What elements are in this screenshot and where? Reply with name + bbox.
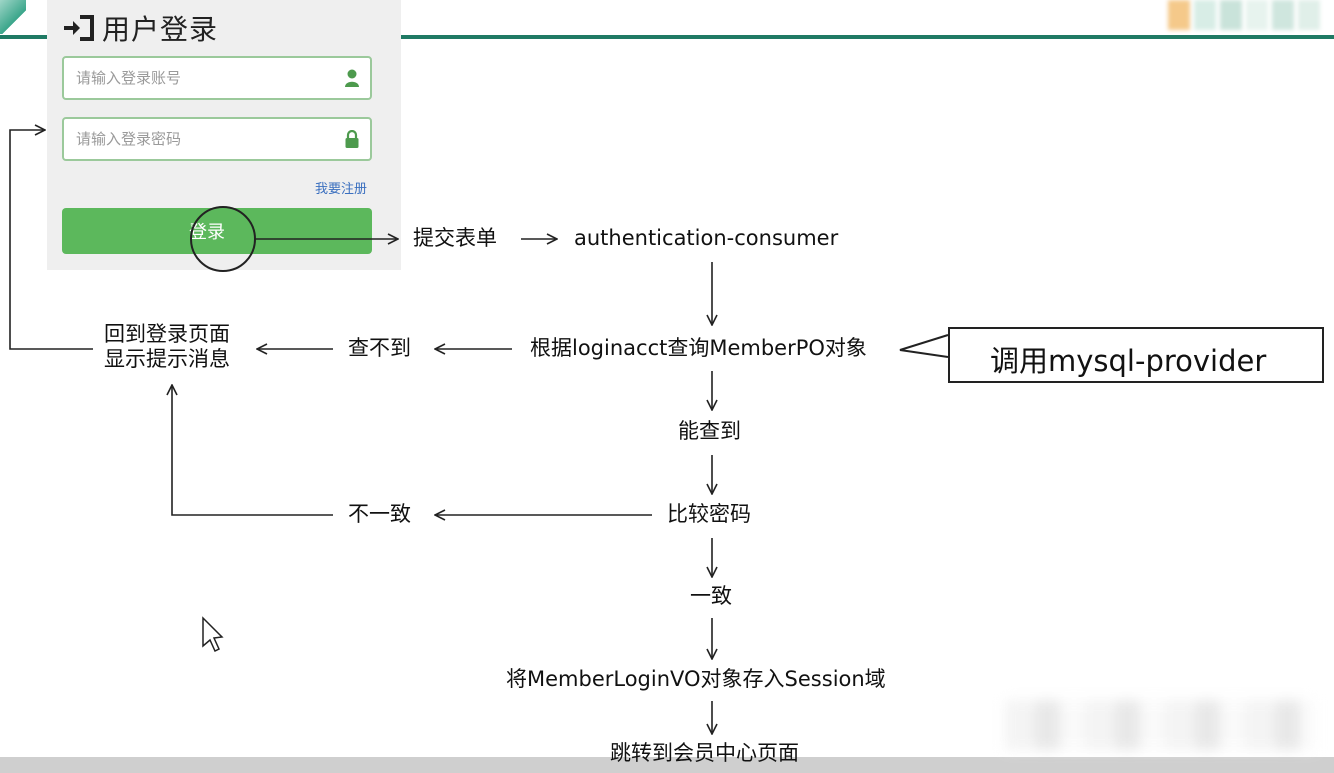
highlight-circle [190,206,256,272]
callout-text: 调用mysql-provider [990,344,1267,378]
node-mismatch: 不一致 [348,502,411,526]
flow-connectors [9,0,949,773]
node-match: 一致 [690,584,732,608]
node-store-session: 将MemberLoginVO对象存入Session域 [506,667,886,691]
arrow-back-to-login-loop [9,130,93,350]
arrow-mismatch-to-back [172,385,333,516]
node-compare-password: 比较密码 [667,502,751,526]
mouse-cursor-icon [202,616,224,653]
node-redirect-member-center: 跳转到会员中心页面 [610,741,799,765]
callout-box: 调用mysql-provider [948,327,1324,383]
node-submit-form: 提交表单 [413,226,497,250]
node-query-member: 根据loginacct查询MemberPO对象 [530,336,867,360]
back-to-login-line2: 显示提示消息 [104,347,230,372]
back-to-login-line1: 回到登录页面 [104,322,230,346]
node-not-found: 查不到 [348,336,411,360]
callout-pointer [899,334,949,358]
node-back-to-login: 回到登录页面 显示提示消息 [104,322,230,372]
node-authentication-consumer: authentication-consumer [574,226,839,250]
node-found: 能查到 [678,419,741,443]
